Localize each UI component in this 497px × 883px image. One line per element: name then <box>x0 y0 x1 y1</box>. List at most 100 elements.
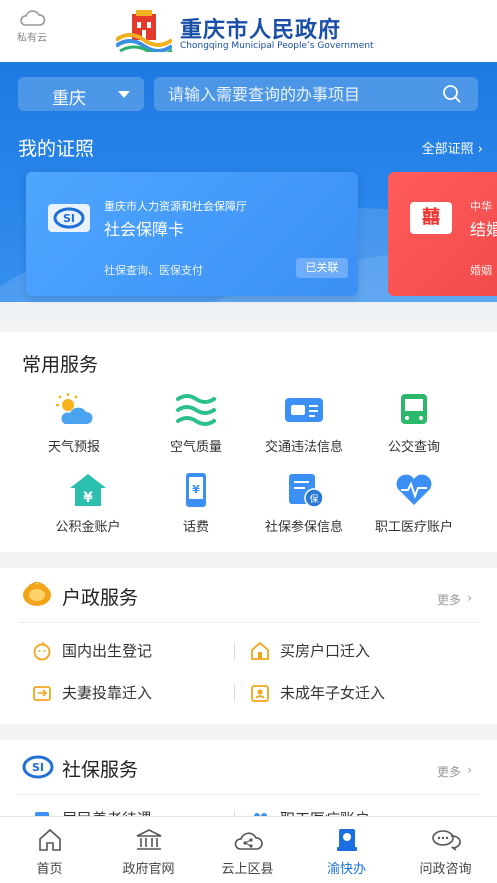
government-icon <box>133 826 165 854</box>
service-housing-fund[interactable]: ¥ 公积金账户 <box>26 470 150 535</box>
certificate-card-marriage[interactable]: 囍 中华 结婚 婚姻 <box>388 172 497 296</box>
cloud-share-icon <box>232 826 264 854</box>
item-label: 国内出生登记 <box>62 642 153 660</box>
nav-label: 政府官网 <box>122 862 175 877</box>
service-phone-bill[interactable]: ¥ 话费 <box>134 470 258 535</box>
svg-text:保: 保 <box>309 493 318 505</box>
card-org: 中华 <box>470 200 492 213</box>
item-label: 夫妻投靠迁入 <box>62 684 153 702</box>
card-org: 重庆市人力资源和社会保障厅 <box>104 200 247 213</box>
nav-label: 首页 <box>36 862 63 877</box>
city-selector[interactable]: 重庆 <box>18 77 144 111</box>
bus-icon <box>393 390 435 430</box>
chevron-down-icon <box>118 91 130 98</box>
search-icon[interactable] <box>442 84 462 104</box>
service-medical-account[interactable]: 职工医疗账户 <box>352 470 476 535</box>
transfer-icon <box>33 686 51 701</box>
nav-yukuaiban[interactable]: 渝快办 <box>297 817 396 883</box>
search-input[interactable] <box>168 77 438 111</box>
hukou-item-birth-registration[interactable]: 国内出生登记 <box>32 638 222 664</box>
card-name: 结婚 <box>470 220 497 239</box>
service-bus[interactable]: 公交查询 <box>352 390 476 455</box>
consult-icon <box>430 826 462 854</box>
traffic-violation-icon <box>283 390 325 430</box>
nav-consultation[interactable]: 问政咨询 <box>396 817 495 883</box>
housing-fund-icon: ¥ <box>67 470 109 510</box>
service-label: 空气质量 <box>169 440 222 455</box>
section-header: 户政服务 更多 › <box>0 568 497 623</box>
hukou-services-section: 户政服务 更多 › 国内出生登记 买房户口迁入 夫妻投靠迁入 未成年子女迁入 <box>0 568 497 724</box>
top-bar: 私有云 重庆市人民政府 Chongqing Municipal People’s… <box>0 0 497 62</box>
service-label: 天气预报 <box>47 440 100 455</box>
all-certificates-label: 全部证照 <box>421 142 474 157</box>
section-title: 社保服务 <box>62 759 139 781</box>
marriage-icon: 囍 <box>410 202 452 234</box>
nav-home[interactable]: 首页 <box>0 817 99 883</box>
chevron-right-icon: › <box>467 763 472 777</box>
chevron-right-icon: › <box>467 591 472 605</box>
phone-bill-icon: ¥ <box>175 470 217 510</box>
vertical-separator <box>234 684 235 702</box>
svg-text:¥: ¥ <box>83 490 93 506</box>
section-header: SI 社保服务 更多 › <box>0 740 497 795</box>
air-quality-icon <box>175 390 217 430</box>
service-social-insurance[interactable]: 保 社保参保信息 <box>242 470 366 535</box>
card-desc: 婚姻 <box>470 264 492 277</box>
service-traffic-violation[interactable]: 交通违法信息 <box>242 390 366 455</box>
more-link[interactable]: 更多 <box>437 763 461 780</box>
social-security-icon: SI <box>48 204 90 232</box>
service-label: 职工医疗账户 <box>374 520 453 535</box>
app-root: 私有云 重庆市人民政府 Chongqing Municipal People’s… <box>0 0 497 883</box>
hukou-item-house-purchase[interactable]: 买房户口迁入 <box>250 638 450 664</box>
search-box[interactable] <box>154 77 478 111</box>
hero-banner: 重庆 我的证照 全部证照 › SI 重庆市人力资源和社会保障厅 社会保障卡 <box>0 62 497 320</box>
cloud-icon <box>20 10 46 26</box>
child-icon <box>251 685 269 702</box>
svg-text:¥: ¥ <box>192 483 200 496</box>
section-title: 常用服务 <box>22 354 99 376</box>
weather-icon <box>53 390 95 430</box>
chevron-right-icon: › <box>477 142 483 157</box>
all-certificates-link[interactable]: 全部证照 › <box>422 138 483 157</box>
service-label: 话费 <box>182 520 209 535</box>
hukou-item-spouse-transfer[interactable]: 夫妻投靠迁入 <box>32 680 222 706</box>
medical-account-icon <box>393 470 435 510</box>
service-label: 社保参保信息 <box>264 520 343 535</box>
nav-government-site[interactable]: 政府官网 <box>99 817 198 883</box>
hero-bottom-fill <box>0 302 497 320</box>
government-logo-icon <box>116 10 172 52</box>
home-icon <box>34 826 66 854</box>
hukou-service-icon <box>23 582 51 606</box>
certificate-card-social-security[interactable]: SI 重庆市人力资源和社会保障厅 社会保障卡 社保查询、医保支付 已关联 <box>26 172 358 296</box>
private-cloud-label: 私有云 <box>17 33 47 44</box>
item-label: 未成年子女迁入 <box>280 684 386 702</box>
government-subtitle: Chongqing Municipal People’s Government <box>180 41 374 51</box>
divider <box>18 794 479 795</box>
bottom-nav: 首页 政府官网 云上区县 渝快办 问政咨询 <box>0 816 497 883</box>
nav-label: 渝快办 <box>326 862 366 877</box>
linked-badge: 已关联 <box>296 258 348 278</box>
vertical-separator <box>234 642 235 660</box>
social-insurance-icon: 保 <box>283 470 325 510</box>
private-cloud-button[interactable]: 私有云 <box>12 8 52 44</box>
nav-label: 问政咨询 <box>419 862 472 877</box>
baby-icon <box>33 642 51 661</box>
service-air-quality[interactable]: 空气质量 <box>134 390 258 455</box>
more-link[interactable]: 更多 <box>437 591 461 608</box>
item-label: 买房户口迁入 <box>280 642 371 660</box>
service-weather[interactable]: 天气预报 <box>12 390 136 455</box>
svg-text:SI: SI <box>32 761 44 774</box>
nav-cloud-districts[interactable]: 云上区县 <box>198 817 297 883</box>
government-title: 重庆市人民政府 <box>180 18 342 43</box>
card-name: 社会保障卡 <box>104 220 185 239</box>
yukuaiban-icon <box>331 826 363 854</box>
hukou-item-minor-transfer[interactable]: 未成年子女迁入 <box>250 680 450 706</box>
city-value: 重庆 <box>52 89 86 109</box>
svg-text:SI: SI <box>63 212 75 225</box>
service-label: 公交查询 <box>387 440 440 455</box>
social-security-icon: SI <box>22 755 54 779</box>
nav-label: 云上区县 <box>221 862 274 877</box>
service-label: 交通违法信息 <box>264 440 343 455</box>
section-title: 户政服务 <box>62 587 139 609</box>
house-icon <box>251 641 269 660</box>
